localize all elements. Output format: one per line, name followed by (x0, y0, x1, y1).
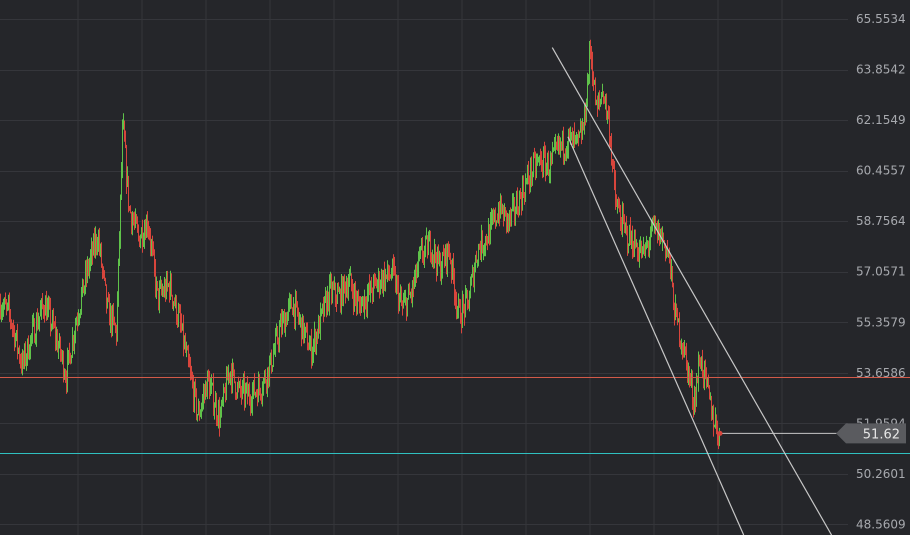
y-tick-label: 58.7564 (856, 214, 906, 228)
current-price-label: 51.62 (863, 427, 900, 442)
price-chart[interactable]: 65.5534 63.8542 62.1549 60.4557 58.7564 57.05… (0, 0, 910, 535)
y-tick-label: 65.5534 (856, 12, 906, 26)
y-tick-label: 57.0571 (856, 265, 906, 279)
y-tick-label: 55.3579 (856, 315, 906, 329)
y-tick-label: 48.5609 (856, 517, 906, 531)
chart-background (0, 0, 910, 535)
last-price-marker (717, 430, 723, 436)
y-tick-label: 50.2601 (856, 467, 906, 481)
y-tick-label: 53.6586 (856, 366, 906, 380)
y-tick-label: 62.1549 (856, 113, 906, 127)
y-tick-label: 63.8542 (856, 63, 906, 77)
y-tick-label: 60.4557 (856, 164, 906, 178)
